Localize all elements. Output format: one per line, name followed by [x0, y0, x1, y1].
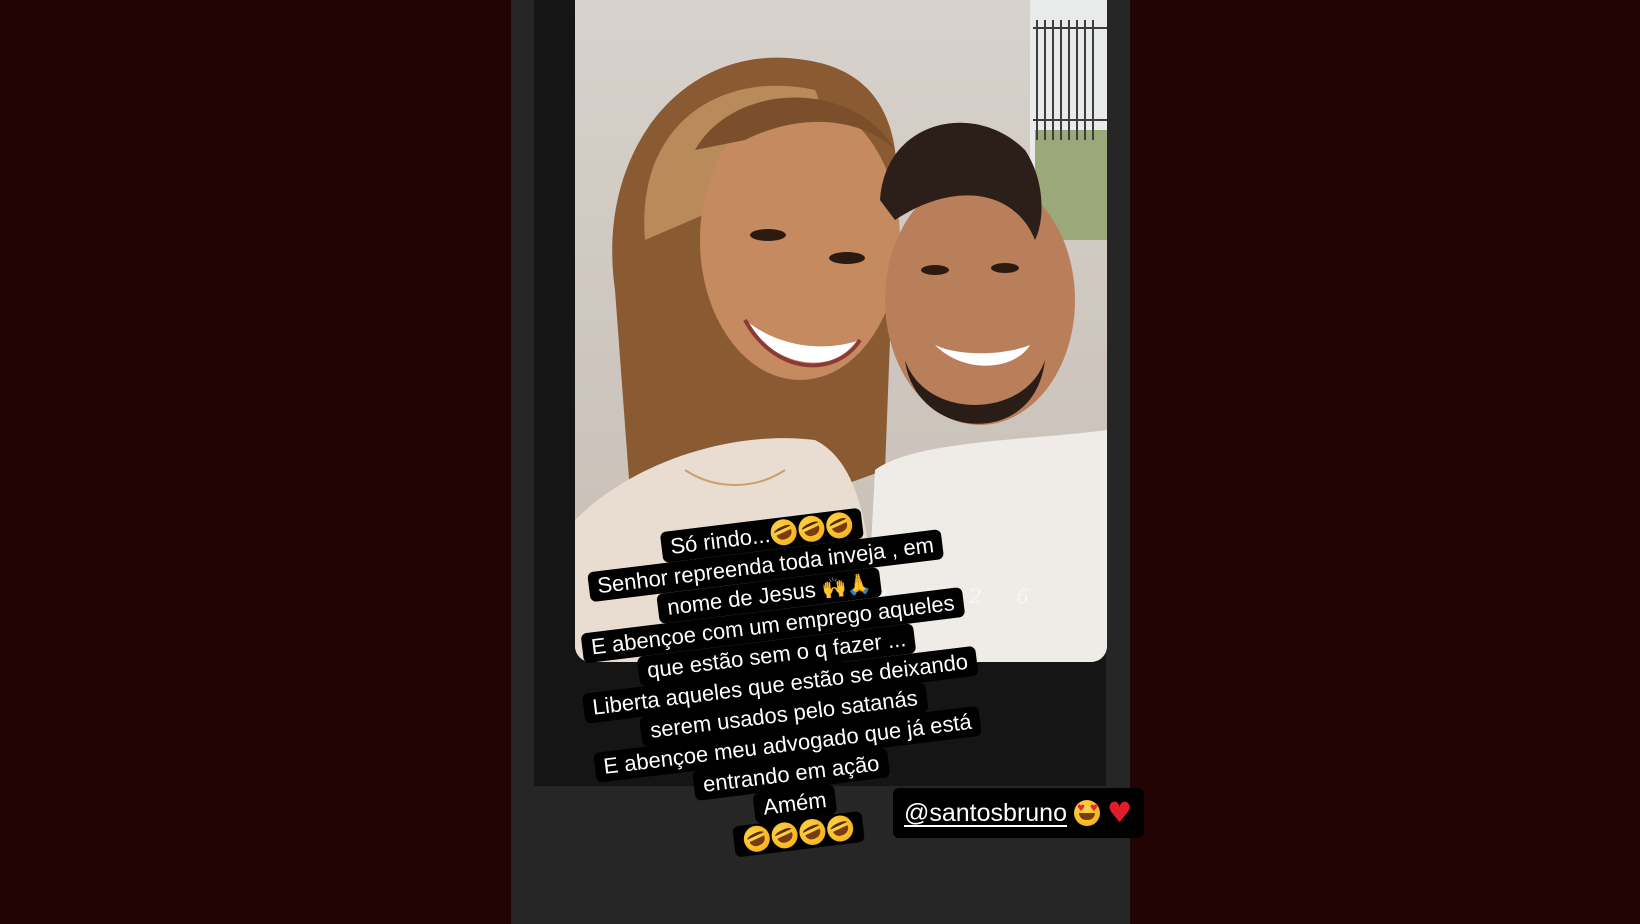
story-frame: 2 0 2 6 Só rindo... Senhor repreenda tod…	[511, 0, 1130, 924]
rolling-laughing-emoji-icon	[822, 508, 857, 543]
mention-sticker[interactable]: @santosbruno ♥	[893, 788, 1145, 838]
mention-handle-link[interactable]: @santosbruno	[904, 799, 1067, 828]
heart-eyes-emoji-icon	[1073, 800, 1100, 826]
rolling-laughing-emoji-icon	[767, 818, 802, 853]
rolling-laughing-emoji-icon	[795, 814, 830, 850]
rolling-laughing-emoji-icon	[822, 811, 858, 846]
rolling-laughing-emoji-icon	[766, 514, 802, 550]
rolling-laughing-emoji-icon	[794, 511, 829, 547]
caption-line-emojis	[732, 810, 865, 858]
red-heart-emoji-icon: ♥	[1106, 796, 1133, 829]
folded-hands-emoji-icon: 🙏	[844, 571, 873, 598]
raised-hands-emoji-icon: 🙌	[820, 574, 848, 601]
rolling-laughing-emoji-icon	[739, 821, 775, 857]
